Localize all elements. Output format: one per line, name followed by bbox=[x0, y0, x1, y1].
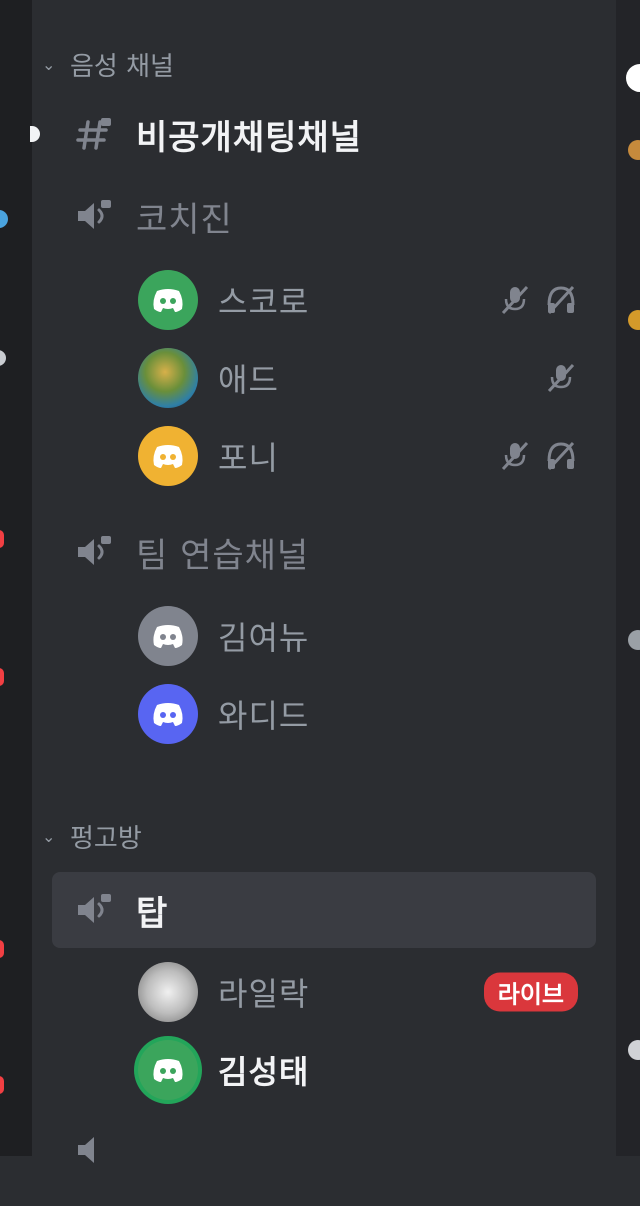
voice-user[interactable]: 포니 bbox=[138, 424, 588, 488]
discord-logo-icon bbox=[153, 445, 183, 468]
channel-top[interactable]: 탑 bbox=[52, 872, 596, 948]
avatar bbox=[138, 426, 198, 486]
avatar bbox=[138, 1040, 198, 1100]
deafened-icon bbox=[547, 441, 575, 471]
username: 라일락 bbox=[218, 975, 310, 1013]
category-voice[interactable]: ⌄ 음성 채널 bbox=[42, 46, 174, 82]
voice-user[interactable]: 라일락 라이브 bbox=[138, 960, 588, 1024]
discord-logo-icon bbox=[153, 289, 183, 312]
locked-speaker-icon bbox=[78, 1137, 94, 1163]
channel-name: 코치진 bbox=[136, 199, 233, 240]
username: 김여뉴 bbox=[218, 619, 310, 657]
username: 김성태 bbox=[218, 1053, 310, 1091]
discord-logo-icon bbox=[153, 1059, 183, 1082]
locked-hash-icon bbox=[76, 118, 111, 150]
chevron-down-icon: ⌄ bbox=[42, 54, 56, 74]
mention-badge bbox=[0, 530, 4, 548]
server-icon[interactable] bbox=[0, 210, 8, 228]
category-label: 음성 채널 bbox=[70, 51, 174, 82]
avatar bbox=[138, 684, 198, 744]
deafened-icon bbox=[547, 285, 575, 315]
mention-badge bbox=[0, 940, 4, 958]
member-avatar[interactable] bbox=[626, 64, 640, 92]
voice-user[interactable]: 김성태 bbox=[138, 1038, 588, 1102]
voice-status bbox=[498, 439, 578, 473]
channel-partial[interactable] bbox=[52, 1130, 596, 1206]
channel-name: 비공개채팅채널 bbox=[136, 117, 362, 158]
username: 포니 bbox=[218, 439, 279, 477]
discord-logo-icon bbox=[153, 703, 183, 726]
voice-user[interactable]: 스코로 bbox=[138, 268, 588, 332]
chevron-down-icon: ⌄ bbox=[42, 826, 56, 846]
category-label: 펑고방 bbox=[70, 823, 142, 854]
mention-badge bbox=[0, 1076, 4, 1094]
locked-speaker-icon bbox=[78, 894, 111, 923]
voice-status bbox=[544, 361, 578, 395]
avatar bbox=[138, 348, 198, 408]
live-badge: 라이브 bbox=[483, 972, 578, 1012]
voice-user[interactable]: 김여뉴 bbox=[138, 604, 588, 668]
muted-mic-icon bbox=[501, 285, 529, 315]
channel-name: 팀 연습채널 bbox=[136, 535, 310, 576]
avatar bbox=[138, 962, 198, 1022]
category-pyeonggobang[interactable]: ⌄ 펑고방 bbox=[42, 818, 142, 854]
avatar bbox=[138, 606, 198, 666]
server-rail bbox=[0, 0, 32, 1156]
locked-speaker-icon bbox=[78, 200, 111, 229]
voice-user[interactable]: 와디드 bbox=[138, 682, 588, 746]
server-icon[interactable] bbox=[0, 350, 6, 366]
username: 애드 bbox=[218, 361, 279, 399]
username: 스코로 bbox=[218, 283, 310, 321]
member-avatar[interactable] bbox=[628, 140, 640, 160]
member-avatar[interactable] bbox=[628, 1040, 640, 1060]
channel-name: 탑 bbox=[136, 893, 169, 934]
channel-private-chat[interactable]: 비공개채팅채널 bbox=[30, 96, 596, 172]
member-avatar[interactable] bbox=[628, 310, 640, 330]
mention-badge bbox=[0, 668, 4, 686]
channel-team-practice[interactable]: 팀 연습채널 bbox=[52, 514, 596, 590]
locked-speaker-icon bbox=[78, 536, 111, 565]
voice-user[interactable]: 애드 bbox=[138, 346, 588, 410]
muted-mic-icon bbox=[501, 441, 529, 471]
voice-status bbox=[498, 283, 578, 317]
muted-mic-icon bbox=[547, 363, 575, 393]
channel-coach[interactable]: 코치진 bbox=[52, 178, 596, 254]
discord-logo-icon bbox=[153, 625, 183, 648]
avatar bbox=[138, 270, 198, 330]
member-avatar[interactable] bbox=[628, 630, 640, 650]
member-rail bbox=[616, 0, 640, 1156]
username: 와디드 bbox=[218, 697, 310, 735]
